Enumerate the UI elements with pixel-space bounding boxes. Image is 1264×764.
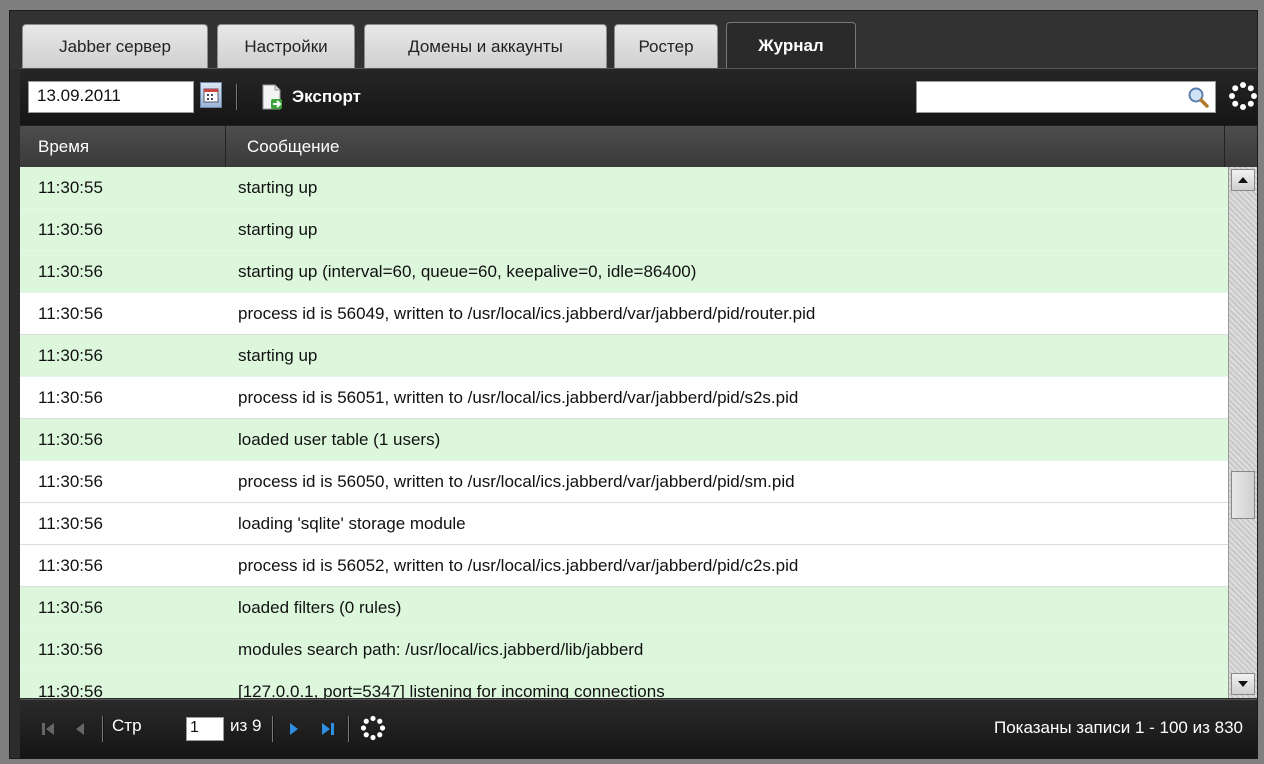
tab-bar: Jabber сервер Настройки Домены и аккаунт… (10, 11, 1257, 69)
tab-jabber-server[interactable]: Jabber сервер (22, 24, 208, 68)
page-total: из 9 (230, 716, 262, 735)
first-page-icon[interactable] (40, 721, 56, 737)
table-row[interactable]: 11:30:56 process id is 56050, written to … (20, 461, 1228, 503)
row-message: process id is 56049, written to /usr/loc… (238, 304, 816, 323)
tab-domains-accounts[interactable]: Домены и аккаунты (364, 24, 607, 68)
toolbar: 13.09.2011 Экспорт (20, 68, 1257, 125)
row-time: 11:30:56 (38, 220, 103, 239)
table-row[interactable]: 11:30:56 process id is 56052, written to … (20, 545, 1228, 587)
row-message: starting up (238, 220, 318, 239)
pager-separator (272, 716, 274, 742)
table-row[interactable]: 11:30:56 starting up (interval=60, queue=… (20, 251, 1228, 293)
records-info: Показаны записи 1 - 100 из 830 (993, 718, 1243, 737)
tab-settings[interactable]: Настройки (217, 24, 355, 68)
export-label: Экспорт (292, 87, 361, 106)
toolbar-separator (236, 84, 238, 110)
row-message: process id is 56050, written to /usr/loc… (238, 472, 795, 491)
grid-header: Время Сообщение (20, 125, 1257, 168)
row-message: loading 'sqlite' storage module (238, 514, 466, 533)
row-message: modules search path: /usr/local/ics.jabb… (238, 640, 644, 659)
tab-roster[interactable]: Ростер (614, 24, 718, 68)
row-message: starting up (interval=60, queue=60, keep… (238, 262, 697, 281)
scroll-down-button[interactable] (1231, 673, 1255, 695)
row-message: [127.0.0.1, port=5347] listening for inc… (238, 682, 665, 698)
row-time: 11:30:56 (38, 514, 103, 533)
row-time: 11:30:56 (38, 304, 103, 323)
row-time: 11:30:56 (38, 598, 103, 617)
page-number-input[interactable]: 1 (186, 717, 224, 741)
row-message: process id is 56052, written to /usr/loc… (238, 556, 799, 575)
tab-label: Jabber сервер (59, 36, 171, 56)
tab-journal[interactable]: Журнал (726, 22, 856, 68)
table-row[interactable]: 11:30:56 process id is 56051, written to … (20, 377, 1228, 419)
table-row[interactable]: 11:30:56 starting up (20, 209, 1228, 251)
page-label: Стр (112, 716, 142, 735)
table-row[interactable]: 11:30:56 process id is 56049, written to … (20, 293, 1228, 335)
row-time: 11:30:56 (38, 472, 103, 491)
table-row[interactable]: 11:30:56 modules search path: /usr/local/… (20, 629, 1228, 671)
row-message: process id is 56051, written to /usr/loc… (238, 388, 799, 407)
tab-label: Журнал (758, 35, 824, 55)
date-field[interactable]: 13.09.2011 (28, 81, 194, 113)
export-icon (262, 84, 282, 110)
pager-separator (348, 716, 350, 742)
row-message: starting up (238, 346, 318, 365)
refresh-icon[interactable] (360, 715, 386, 741)
export-button[interactable]: Экспорт (260, 81, 361, 113)
prev-page-icon[interactable] (74, 721, 86, 737)
column-time-label: Время (38, 136, 90, 156)
table-row[interactable]: 11:30:56 loading 'sqlite' storage module (20, 503, 1228, 545)
scroll-up-button[interactable] (1231, 169, 1255, 191)
calendar-icon (203, 88, 219, 103)
tab-label: Настройки (244, 36, 328, 56)
pager-separator (102, 716, 104, 742)
table-row[interactable]: 11:30:56 starting up (20, 335, 1228, 377)
page-number-value: 1 (190, 719, 199, 736)
row-time: 11:30:56 (38, 682, 103, 698)
search-input[interactable] (916, 81, 1216, 113)
tab-label: Ростер (638, 36, 694, 56)
scroll-thumb[interactable] (1231, 471, 1255, 519)
row-time: 11:30:56 (38, 556, 103, 575)
log-rows: 11:30:55 starting up 11:30:56 starting up 11… (20, 167, 1228, 698)
row-message: starting up (238, 178, 318, 197)
next-page-icon[interactable] (288, 721, 300, 737)
column-message-label: Сообщение (247, 136, 340, 156)
row-time: 11:30:56 (38, 388, 103, 407)
pager: Стр 1 из 9 Показаны записи 1 - 100 из 83… (20, 699, 1257, 758)
row-time: 11:30:56 (38, 640, 103, 659)
table-row[interactable]: 11:30:55 starting up (20, 167, 1228, 209)
window: Jabber сервер Настройки Домены и аккаунт… (9, 10, 1258, 759)
date-picker-button[interactable] (200, 82, 222, 108)
row-time: 11:30:56 (38, 346, 103, 365)
search-icon[interactable] (1187, 86, 1209, 108)
arrow-down-icon (1238, 681, 1248, 687)
date-value: 13.09.2011 (37, 86, 121, 105)
table-row[interactable]: 11:30:56 loaded filters (0 rules) (20, 587, 1228, 629)
last-page-icon[interactable] (320, 721, 336, 737)
refresh-icon[interactable] (1228, 81, 1258, 111)
row-message: loaded filters (0 rules) (238, 598, 402, 617)
row-time: 11:30:56 (38, 430, 103, 449)
vertical-scrollbar[interactable] (1228, 167, 1257, 698)
tab-label: Домены и аккаунты (408, 36, 563, 56)
row-message: loaded user table (1 users) (238, 430, 441, 449)
row-time: 11:30:55 (38, 178, 103, 197)
table-row[interactable]: 11:30:56 loaded user table (1 users) (20, 419, 1228, 461)
column-header-message[interactable]: Сообщение (227, 126, 1225, 167)
table-row[interactable]: 11:30:56 [127.0.0.1, port=5347] listening… (20, 671, 1228, 698)
row-time: 11:30:56 (38, 262, 103, 281)
column-header-time[interactable]: Время (20, 126, 226, 167)
arrow-up-icon (1238, 177, 1248, 183)
